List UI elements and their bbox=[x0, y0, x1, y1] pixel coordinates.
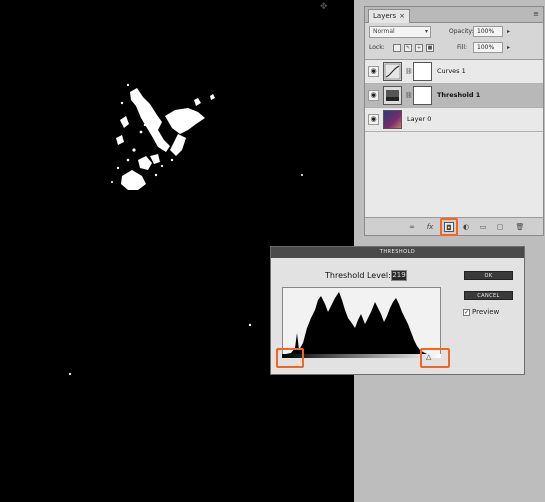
panel-menu-icon[interactable]: ≡ bbox=[533, 10, 539, 18]
layers-panel: Layers × ≡ Normal ▾ Opacity: 100% ▸ Lock:… bbox=[364, 6, 544, 236]
preview-label: Preview bbox=[472, 308, 500, 316]
chevron-down-icon: ▾ bbox=[424, 28, 428, 35]
group-icon[interactable]: ▭ bbox=[478, 222, 488, 232]
adjustment-icon[interactable]: ◐ bbox=[461, 222, 471, 232]
lock-transparent-icon[interactable] bbox=[393, 44, 401, 52]
lock-all-icon[interactable]: ■ bbox=[426, 44, 434, 52]
eye-icon[interactable]: ◉ bbox=[368, 66, 379, 77]
layer-row-layer0[interactable]: ◉ Layer 0 bbox=[365, 108, 543, 132]
layers-list: ◉ ⛓ Curves 1 ◉ ⛓ Threshold 1 ◉ Layer 0 bbox=[365, 59, 543, 217]
fill-input[interactable]: 100% bbox=[473, 42, 503, 53]
threshold-level-label: Threshold Level: bbox=[325, 271, 391, 280]
histogram bbox=[282, 287, 441, 356]
cancel-button[interactable]: CANCEL bbox=[464, 291, 513, 300]
blend-row: Normal ▾ Opacity: 100% ▸ bbox=[369, 26, 539, 38]
threshold-dialog: THRESHOLD Threshold Level: 219 △ OK CANC… bbox=[270, 246, 525, 375]
preview-checkbox[interactable]: ✓ bbox=[463, 308, 470, 316]
layers-tabbar: Layers × ≡ bbox=[365, 7, 543, 23]
layer-mask-thumbnail[interactable] bbox=[413, 62, 432, 81]
threshold-slider-handle[interactable]: △ bbox=[426, 353, 431, 361]
histogram-graph bbox=[283, 292, 440, 355]
fx-icon[interactable]: fx bbox=[425, 222, 435, 232]
preview-option[interactable]: ✓ Preview bbox=[463, 308, 499, 316]
layers-tab-label: Layers bbox=[373, 12, 397, 20]
layer-mask-thumbnail[interactable] bbox=[413, 86, 432, 105]
layer-name: Curves 1 bbox=[437, 67, 466, 75]
threshold-adjustment-icon bbox=[383, 86, 402, 105]
ok-button[interactable]: OK bbox=[464, 271, 513, 280]
layer-name: Threshold 1 bbox=[437, 91, 481, 99]
trash-icon[interactable]: 🗑 bbox=[515, 222, 525, 232]
curves-adjustment-icon bbox=[383, 62, 402, 81]
highlight-box bbox=[420, 348, 450, 368]
gradient-bar bbox=[282, 354, 441, 358]
lock-position-icon[interactable]: + bbox=[415, 44, 423, 52]
lock-row: Lock: ✎ + ■ Fill: 100% ▸ bbox=[369, 42, 539, 54]
layer-image-thumbnail bbox=[383, 110, 402, 129]
layer-name: Layer 0 bbox=[407, 115, 432, 123]
layer-row-curves[interactable]: ◉ ⛓ Curves 1 bbox=[365, 60, 543, 84]
move-cursor-icon: ✥ bbox=[320, 2, 328, 12]
workspace: ✥ Layers × ≡ Normal ▾ Opacity: 100% ▸ Loc… bbox=[0, 0, 545, 502]
layers-tab[interactable]: Layers × bbox=[368, 9, 411, 23]
chain-link-icon: ⛓ bbox=[405, 92, 413, 99]
chevron-right-icon[interactable]: ▸ bbox=[507, 42, 510, 54]
lock-pixels-icon[interactable]: ✎ bbox=[404, 44, 412, 52]
eye-icon[interactable]: ◉ bbox=[368, 90, 379, 101]
chevron-right-icon[interactable]: ▸ bbox=[507, 26, 510, 38]
blend-mode-select[interactable]: Normal ▾ bbox=[369, 26, 431, 38]
highlight-box bbox=[440, 218, 458, 236]
link-icon[interactable]: ∞ bbox=[407, 222, 417, 232]
lock-label: Lock: bbox=[369, 44, 385, 51]
fill-label: Fill: bbox=[457, 44, 468, 51]
highlight-box bbox=[276, 348, 304, 368]
new-layer-icon[interactable]: ▢ bbox=[495, 222, 505, 232]
opacity-label: Opacity: bbox=[449, 28, 474, 35]
blend-mode-value: Normal bbox=[373, 28, 395, 35]
dialog-title: THRESHOLD bbox=[271, 247, 524, 258]
eye-icon[interactable]: ◉ bbox=[368, 114, 379, 125]
threshold-level-input[interactable]: 219 bbox=[391, 270, 407, 281]
close-icon[interactable]: × bbox=[399, 12, 405, 20]
opacity-input[interactable]: 100% bbox=[473, 26, 503, 37]
layer-row-threshold[interactable]: ◉ ⛓ Threshold 1 bbox=[365, 84, 543, 108]
chain-link-icon: ⛓ bbox=[405, 68, 413, 75]
layers-bottom-toolbar: ∞ fx ◘ ◐ ▭ ▢ 🗑 bbox=[365, 217, 543, 236]
